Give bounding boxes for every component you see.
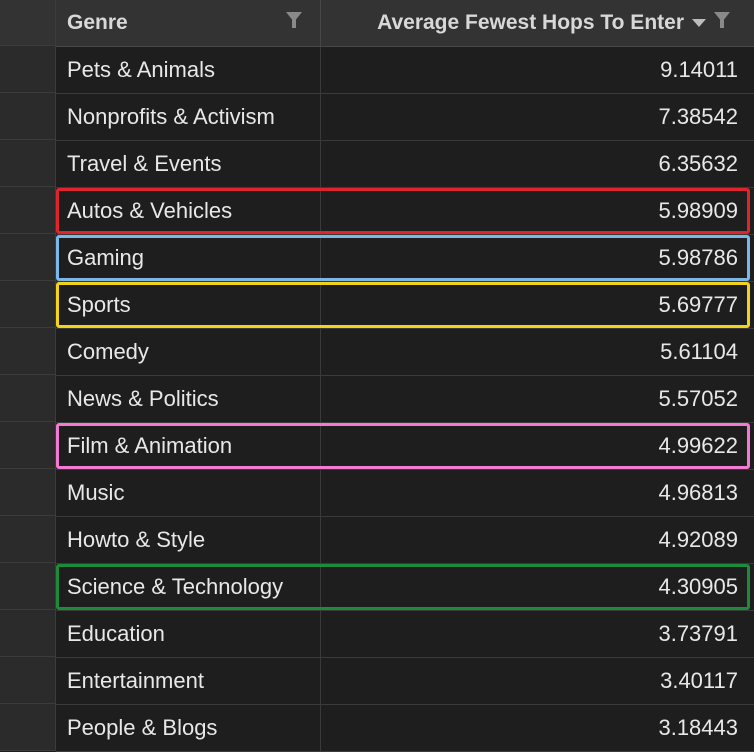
row-header-corner [0,0,55,46]
cell-genre[interactable]: Comedy [56,329,321,375]
row-header[interactable] [0,563,55,610]
row-header-column [0,0,56,751]
cell-average-fewest-hops[interactable]: 5.98786 [321,235,754,281]
column-header-average-fewest-hops[interactable]: Average Fewest Hops To Enter [321,0,754,46]
cell-average-fewest-hops[interactable]: 7.38542 [321,94,754,140]
cell-genre[interactable]: Nonprofits & Activism [56,94,321,140]
filter-icon[interactable] [714,12,730,28]
cell-genre[interactable]: Pets & Animals [56,47,321,93]
cell-genre[interactable]: Music [56,470,321,516]
table-row[interactable]: Sports 5.69777 [56,282,754,329]
table-row[interactable]: People & Blogs 3.18443 [56,705,754,752]
row-header[interactable] [0,328,55,375]
filter-icon[interactable] [286,12,302,28]
table-row[interactable]: Entertainment 3.40117 [56,658,754,705]
row-header[interactable] [0,281,55,328]
row-header[interactable] [0,657,55,704]
cell-genre[interactable]: Travel & Events [56,141,321,187]
cell-average-fewest-hops[interactable]: 5.69777 [321,282,754,328]
cell-genre[interactable]: Howto & Style [56,517,321,563]
table-row[interactable]: Education 3.73791 [56,611,754,658]
row-header[interactable] [0,610,55,657]
table-row[interactable]: Nonprofits & Activism 7.38542 [56,94,754,141]
cell-genre[interactable]: Entertainment [56,658,321,704]
row-header[interactable] [0,234,55,281]
cell-average-fewest-hops[interactable]: 3.40117 [321,658,754,704]
table-row[interactable]: Film & Animation 4.99622 [56,423,754,470]
row-header[interactable] [0,187,55,234]
row-header[interactable] [0,516,55,563]
cell-genre[interactable]: Autos & Vehicles [56,188,321,234]
row-header[interactable] [0,93,55,140]
cell-average-fewest-hops[interactable]: 4.92089 [321,517,754,563]
cell-average-fewest-hops[interactable]: 5.98909 [321,188,754,234]
cell-average-fewest-hops[interactable]: 4.99622 [321,423,754,469]
cell-genre[interactable]: Film & Animation [56,423,321,469]
column-header-average-fewest-hops-label: Average Fewest Hops To Enter [377,11,684,34]
cell-genre[interactable]: Gaming [56,235,321,281]
row-header[interactable] [0,469,55,516]
table-row[interactable]: Gaming 5.98786 [56,235,754,282]
row-header[interactable] [0,422,55,469]
table-row[interactable]: Howto & Style 4.92089 [56,517,754,564]
cell-average-fewest-hops[interactable]: 3.18443 [321,705,754,751]
cell-average-fewest-hops[interactable]: 3.73791 [321,611,754,657]
cell-genre[interactable]: Sports [56,282,321,328]
table-row[interactable]: Travel & Events 6.35632 [56,141,754,188]
table-row[interactable]: Science & Technology 4.30905 [56,564,754,611]
data-grid: Genre Average Fewest Hops To Enter Pets … [0,0,754,752]
table-row[interactable]: Autos & Vehicles 5.98909 [56,188,754,235]
column-header-genre-label: Genre [67,11,128,34]
cell-genre[interactable]: Education [56,611,321,657]
cell-genre[interactable]: News & Politics [56,376,321,422]
table-row[interactable]: Comedy 5.61104 [56,329,754,376]
cell-average-fewest-hops[interactable]: 4.96813 [321,470,754,516]
cell-average-fewest-hops[interactable]: 6.35632 [321,141,754,187]
table-row[interactable]: Music 4.96813 [56,470,754,517]
column-header-genre[interactable]: Genre [56,0,321,46]
cell-genre[interactable]: Science & Technology [56,564,321,610]
cell-average-fewest-hops[interactable]: 5.61104 [321,329,754,375]
table-row[interactable]: Pets & Animals 9.14011 [56,47,754,94]
column-header-row: Genre Average Fewest Hops To Enter [56,0,754,47]
row-header[interactable] [0,46,55,93]
cell-average-fewest-hops[interactable]: 4.30905 [321,564,754,610]
cell-genre[interactable]: People & Blogs [56,705,321,751]
table-row[interactable]: News & Politics 5.57052 [56,376,754,423]
row-header[interactable] [0,704,55,751]
sort-descending-icon[interactable] [692,19,706,27]
cell-average-fewest-hops[interactable]: 9.14011 [321,47,754,93]
cell-average-fewest-hops[interactable]: 5.57052 [321,376,754,422]
table-body: Pets & Animals 9.14011 Nonprofits & Activi… [56,47,754,752]
row-header[interactable] [0,375,55,422]
row-header[interactable] [0,140,55,187]
